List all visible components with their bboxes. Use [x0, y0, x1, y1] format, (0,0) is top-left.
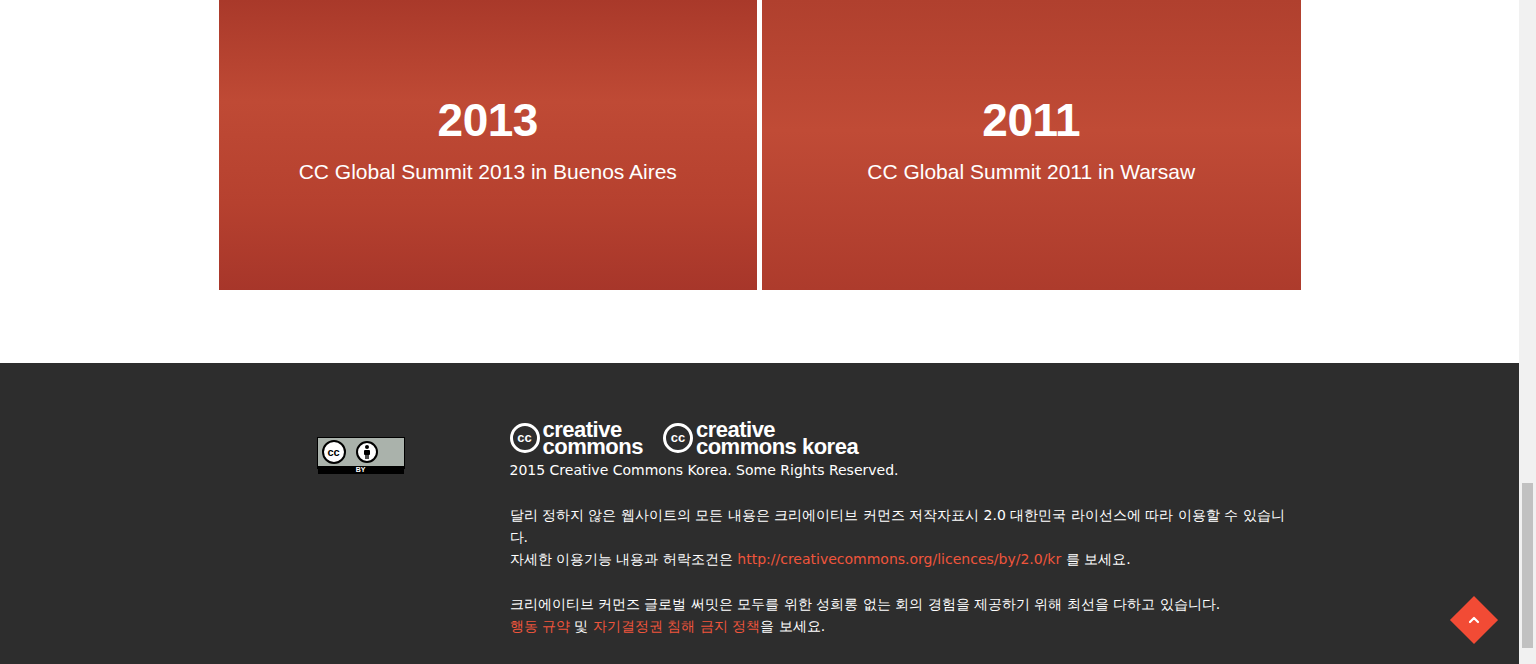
copyright: 2015 Creative Commons Korea. Some Rights… [510, 459, 1301, 481]
footer-text-span: 달리 정하지 않은 웹사이트의 모든 내용은 크리에이티브 커먼즈 저작자표시 … [510, 507, 1285, 545]
footer-text-span: 를 보세요. [1061, 551, 1130, 567]
cc-logo-line: creative [696, 421, 858, 438]
footer-link[interactable]: 행동 규약 [510, 618, 570, 634]
cc-logo-line: creative [543, 421, 643, 438]
summit-caption: CC Global Summit 2013 in Buenos Aires [235, 158, 742, 185]
footer-inner: ccBYcccreativecommonscccreativecommons k… [219, 363, 1301, 664]
footer-line: 행동 규약 및 자기결정권 침해 금지 정책을 보세요. [510, 615, 1301, 637]
badge-cc: cc [322, 440, 346, 464]
summit-caption: CC Global Summit 2011 in Warsaw [778, 158, 1285, 185]
summit-gallery: 2013 CC Global Summit 2013 in Buenos Aire… [219, 0, 1301, 290]
scrollbar-thumb[interactable] [1522, 483, 1533, 648]
license-badge[interactable]: ccBY [317, 437, 405, 469]
scrollbar[interactable] [1519, 0, 1536, 664]
logo-row: cccreativecommonscccreativecommons korea [510, 421, 1301, 455]
footer-text: cccreativecommonscccreativecommons korea… [510, 421, 1301, 637]
footer-line: 크리에이티브 커먼즈 글로벌 써밋은 모두를 위한 성희롱 없는 회의 경험을 … [510, 593, 1301, 615]
summit-year: 2013 [235, 95, 742, 146]
cc-logo[interactable]: cccreativecommons korea [663, 421, 858, 455]
footer-link[interactable]: 자기결정권 침해 금지 정책 [593, 618, 760, 634]
footer-line: 자세한 이용기능 내용과 허락조건은 http://creativecommon… [510, 548, 1301, 570]
attribution-icon [356, 441, 378, 463]
cc-logo[interactable]: cccreativecommons [510, 421, 643, 455]
footer-text-span: 및 [570, 618, 593, 634]
spacer [0, 290, 1519, 363]
footer-left: cc BY [317, 421, 510, 637]
badge-top: cc [318, 438, 404, 466]
summit-tile[interactable]: 2011 CC Global Summit 2011 in Warsaw [762, 0, 1301, 290]
footer-text-span: 을 보세요. [760, 618, 825, 634]
cc-logo-mark: cc [510, 423, 540, 453]
footer-text-span: 크리에이티브 커먼즈 글로벌 써밋은 모두를 위한 성희롱 없는 회의 경험을 … [510, 596, 1221, 612]
cc-logo-line: commons korea [696, 438, 858, 455]
cc-logo-text: creativecommons korea [696, 421, 858, 455]
footer-paragraph: 크리에이티브 커먼즈 글로벌 써밋은 모두를 위한 성희롱 없는 회의 경험을 … [510, 593, 1301, 637]
footer-paragraph: 달리 정하지 않은 웹사이트의 모든 내용은 크리에이티브 커먼즈 저작자표시 … [510, 504, 1301, 570]
badge-by: BY [318, 466, 404, 474]
footer-line: 달리 정하지 않은 웹사이트의 모든 내용은 크리에이티브 커먼즈 저작자표시 … [510, 504, 1301, 548]
summit-year: 2011 [778, 95, 1285, 146]
site-footer: ccBYcccreativecommonscccreativecommons k… [0, 363, 1519, 664]
cc-logo-mark: cc [663, 423, 693, 453]
badge-body: ccBY [318, 438, 404, 468]
summit-tile[interactable]: 2013 CC Global Summit 2013 in Buenos Aire… [219, 0, 758, 290]
cc-logo-text: creativecommons [543, 421, 643, 455]
footer-link[interactable]: http://creativecommons.org/licences/by/2… [737, 551, 1061, 567]
cc-logo-line: commons [543, 438, 643, 455]
page: 2013 CC Global Summit 2013 in Buenos Aire… [0, 0, 1519, 664]
chevron-up-icon [1467, 613, 1481, 627]
footer-text-span: 자세한 이용기능 내용과 허락조건은 [510, 551, 738, 567]
